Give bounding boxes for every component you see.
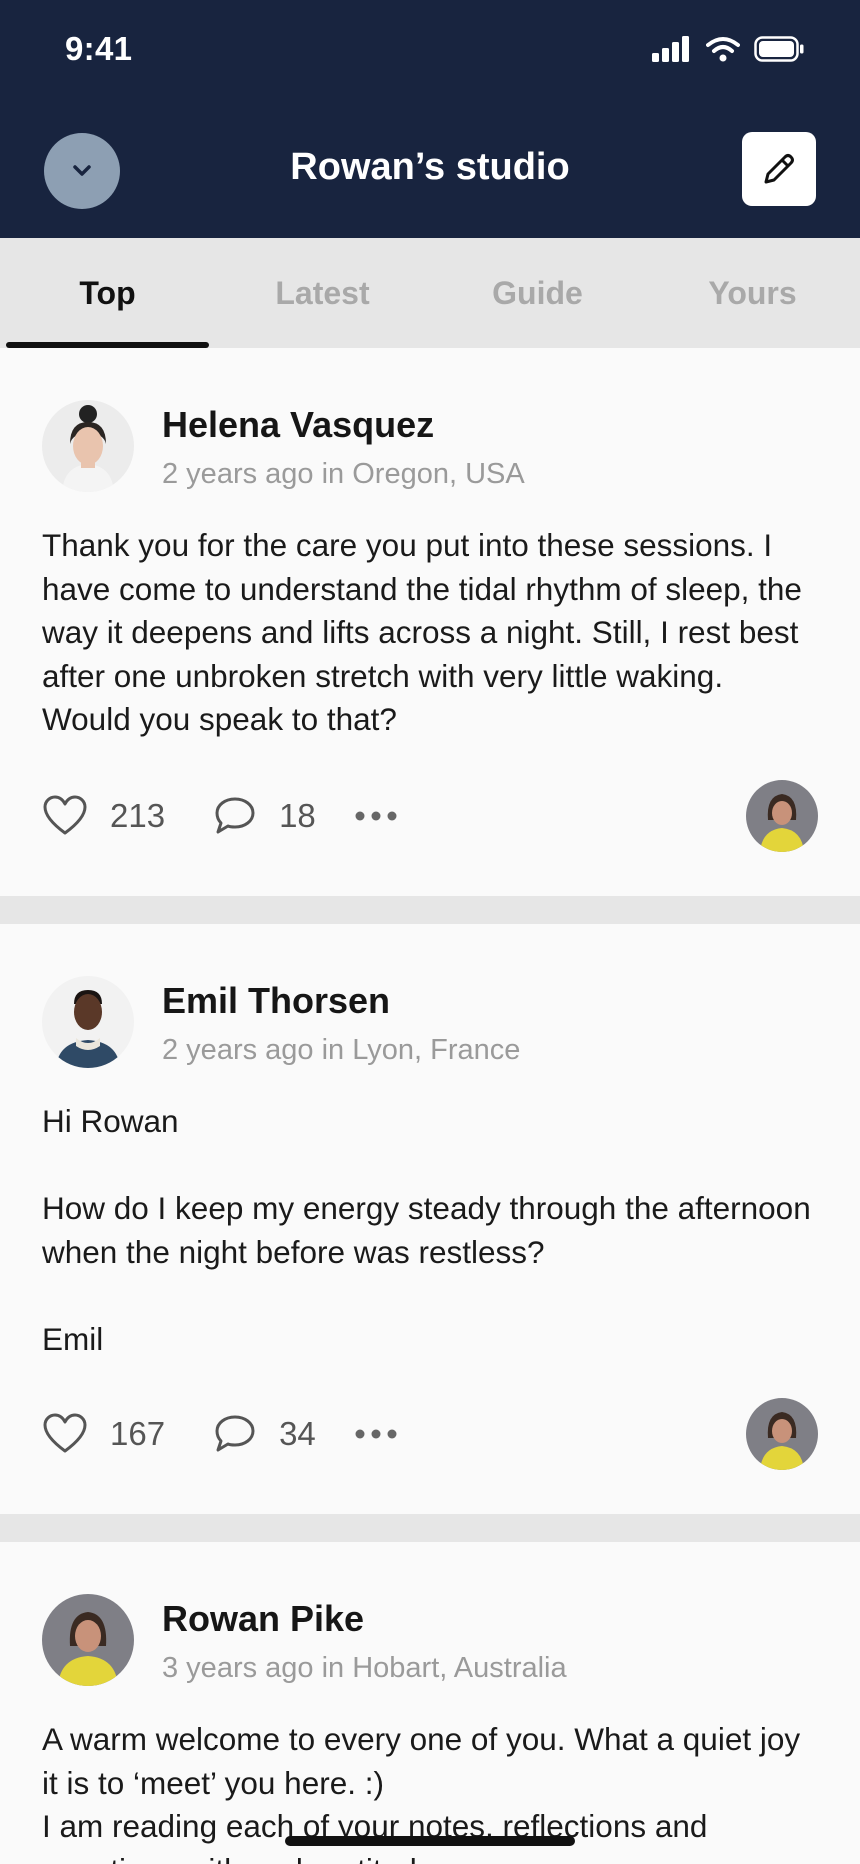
post-card: Emil Thorsen 2 years ago in Lyon, France… xyxy=(0,976,860,1516)
status-icons xyxy=(652,36,804,62)
cellular-signal-icon xyxy=(652,36,689,62)
post-card: Rowan Pike 3 years ago in Hobart, Austra… xyxy=(0,1594,860,1864)
more-options-icon[interactable] xyxy=(354,810,398,822)
heart-icon xyxy=(43,1413,87,1453)
author-avatar[interactable] xyxy=(42,976,134,1068)
pencil-icon xyxy=(764,154,794,184)
heart-icon xyxy=(43,795,87,835)
status-time: 9:41 xyxy=(65,30,133,67)
like-button[interactable]: 213 xyxy=(42,795,165,837)
author-name[interactable]: Emil Thorsen xyxy=(162,980,390,1022)
battery-icon xyxy=(754,36,804,62)
comment-button[interactable]: 34 xyxy=(213,1413,316,1455)
author-name[interactable]: Helena Vasquez xyxy=(162,404,434,446)
compose-button[interactable] xyxy=(742,132,816,206)
post-divider xyxy=(0,1514,860,1542)
comment-count: 18 xyxy=(279,797,316,834)
tab-bar: Top Latest Guide Yours xyxy=(0,238,860,348)
tab-guide[interactable]: Guide xyxy=(430,238,645,348)
home-indicator[interactable] xyxy=(285,1836,575,1846)
author-name[interactable]: Rowan Pike xyxy=(162,1598,364,1640)
author-avatar[interactable] xyxy=(42,400,134,492)
app-header: 9:41 Rowan’s studio xyxy=(0,0,860,238)
host-reply-avatar[interactable] xyxy=(746,780,818,852)
comment-bubble-icon xyxy=(215,1415,255,1452)
post-actions: 213 18 xyxy=(42,780,818,852)
comment-bubble-icon xyxy=(215,797,255,834)
post-body: Hi Rowan How do I keep my energy steady … xyxy=(42,1103,811,1357)
more-options-icon[interactable] xyxy=(354,1428,398,1440)
host-reply-avatar[interactable] xyxy=(746,1398,818,1470)
post-actions: 167 34 xyxy=(42,1398,818,1470)
like-button[interactable]: 167 xyxy=(42,1413,165,1455)
author-avatar[interactable] xyxy=(42,1594,134,1686)
post-meta: 2 years ago in Oregon, USA xyxy=(162,458,525,490)
tab-top[interactable]: Top xyxy=(0,238,215,348)
comment-button[interactable]: 18 xyxy=(213,795,316,837)
like-count: 213 xyxy=(110,797,166,834)
post-meta: 3 years ago in Hobart, Australia xyxy=(162,1652,567,1684)
post-body: Thank you for the care you put into thes… xyxy=(42,527,802,737)
comment-count: 34 xyxy=(279,1415,316,1452)
wifi-icon xyxy=(706,37,740,62)
like-count: 167 xyxy=(110,1415,166,1452)
tab-latest[interactable]: Latest xyxy=(215,238,430,348)
tab-yours[interactable]: Yours xyxy=(645,238,860,348)
post-meta: 2 years ago in Lyon, France xyxy=(162,1034,521,1066)
post-divider xyxy=(0,896,860,924)
page-title: Rowan’s studio xyxy=(290,146,570,188)
post-card: Helena Vasquez 2 years ago in Oregon, US… xyxy=(0,400,860,896)
